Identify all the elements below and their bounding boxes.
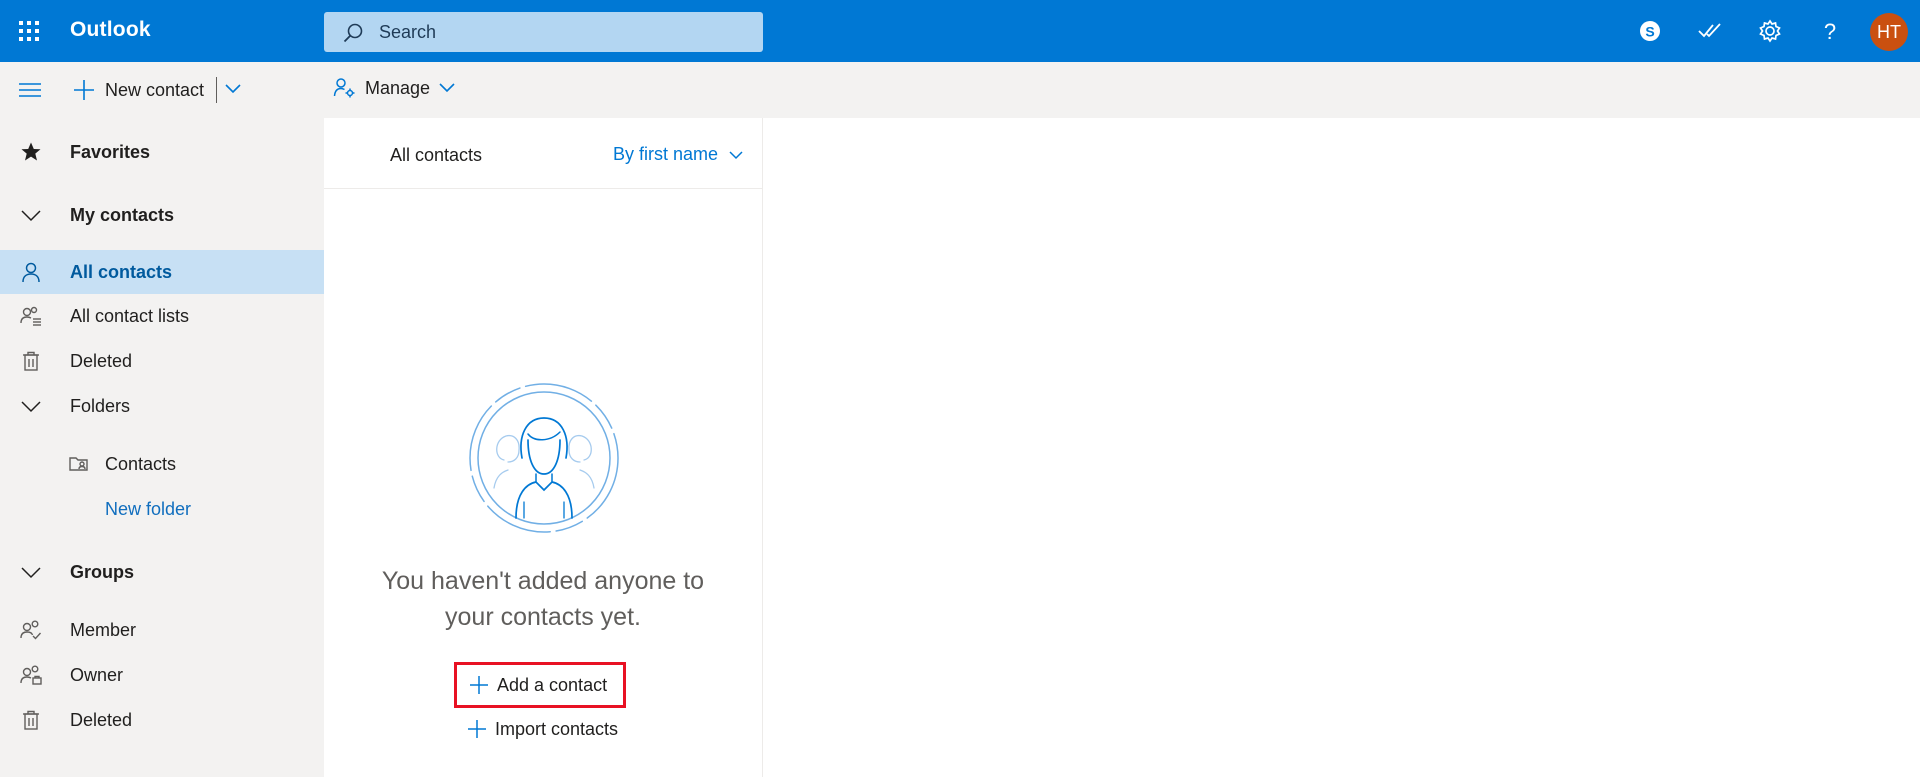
plus-icon — [468, 720, 486, 738]
sidebar-item-label: Member — [70, 620, 137, 640]
new-folder-label: New folder — [105, 499, 192, 519]
add-contact-label: Add a contact — [497, 674, 608, 695]
sidebar-item-contacts-folder[interactable]: Contacts — [0, 442, 324, 486]
plus-icon — [73, 79, 95, 101]
help-icon[interactable]: ? — [1815, 16, 1845, 46]
import-contacts-button[interactable]: Import contacts — [467, 714, 618, 744]
top-bar: Outlook Search S ? HT — [0, 0, 1920, 62]
sidebar-item-label: All contact lists — [70, 306, 190, 326]
sort-by-dropdown[interactable]: By first name — [613, 144, 744, 165]
chevron-down-icon — [438, 81, 456, 95]
empty-state-message: You haven't added anyone to your contact… — [324, 563, 762, 635]
sidebar-item-folders[interactable]: Folders — [0, 384, 324, 428]
sidebar-item-member[interactable]: Member — [0, 608, 324, 652]
sidebar-item-label: Favorites — [70, 142, 151, 162]
command-bar: New contact Manage — [0, 62, 1920, 118]
group-member-icon — [20, 619, 42, 641]
sidebar-item-owner[interactable]: Owner — [0, 653, 324, 697]
add-contact-button[interactable]: Add a contact — [454, 662, 626, 708]
contact-list-icon — [20, 305, 42, 327]
group-owner-icon — [20, 664, 42, 686]
contact-folder-icon — [68, 453, 90, 475]
svg-text:S: S — [1645, 24, 1654, 40]
sidebar-item-all-contacts[interactable]: All contacts — [0, 250, 324, 294]
sidebar-item-label: All contacts — [70, 262, 173, 282]
skype-icon[interactable]: S — [1635, 16, 1665, 46]
sidebar-item-deleted[interactable]: Deleted — [0, 339, 324, 383]
app-title[interactable]: Outlook — [70, 18, 151, 42]
trash-icon — [20, 350, 42, 372]
my-day-check-icon[interactable] — [1695, 16, 1725, 46]
star-icon — [20, 141, 42, 163]
chevron-down-icon[interactable] — [20, 561, 42, 583]
empty-state-line-1: You haven't added anyone to — [381, 567, 705, 595]
sidebar-item-label: Deleted — [70, 351, 133, 371]
sidebar-item-groups-deleted[interactable]: Deleted — [0, 698, 324, 742]
import-contacts-label: Import contacts — [495, 718, 619, 739]
sidebar-item-label: Groups — [70, 562, 135, 582]
sidebar-item-my-contacts[interactable]: My contacts — [0, 193, 324, 237]
chevron-down-icon[interactable] — [20, 395, 42, 417]
reading-pane — [763, 118, 1920, 777]
sidebar-item-label: Contacts — [105, 454, 177, 474]
gear-icon[interactable] — [1755, 16, 1785, 46]
trash-icon — [20, 709, 42, 731]
sidebar-item-label: My contacts — [70, 205, 175, 225]
plus-icon — [470, 676, 488, 694]
user-avatar[interactable]: HT — [1870, 13, 1908, 51]
new-contact-button[interactable]: New contact — [73, 76, 204, 104]
sidebar-item-label: Deleted — [70, 710, 133, 730]
sort-by-label: By first name — [613, 144, 719, 164]
sidebar-item-groups[interactable]: Groups — [0, 550, 324, 594]
search-input[interactable]: Search — [324, 12, 763, 52]
sidebar: Favorites My contacts All contacts All c… — [0, 118, 324, 777]
manage-label: Manage — [365, 77, 431, 98]
list-header: All contacts By first name — [324, 118, 762, 189]
empty-state-line-2: your contacts yet. — [445, 603, 641, 631]
contact-list-pane: All contacts By first name You haven't a… — [324, 118, 763, 777]
svg-text:?: ? — [1824, 19, 1836, 44]
app-launcher-icon[interactable] — [14, 16, 44, 46]
divider — [216, 77, 217, 103]
new-contact-label: New contact — [105, 79, 205, 100]
hamburger-menu-icon[interactable] — [16, 78, 44, 102]
list-title: All contacts — [390, 145, 483, 165]
new-contact-dropdown[interactable] — [224, 82, 242, 96]
search-icon — [342, 22, 364, 44]
sidebar-item-all-contact-lists[interactable]: All contact lists — [0, 294, 324, 338]
search-placeholder: Search — [379, 22, 437, 42]
sidebar-item-favorites[interactable]: Favorites — [0, 130, 324, 174]
sidebar-item-label: Folders — [70, 396, 131, 416]
chevron-down-icon — [729, 150, 743, 159]
person-settings-icon — [333, 76, 357, 100]
empty-contacts-illustration — [464, 378, 624, 538]
manage-button[interactable]: Manage — [333, 76, 456, 100]
sidebar-item-label: Owner — [70, 665, 124, 685]
person-icon — [20, 261, 42, 283]
chevron-down-icon[interactable] — [20, 204, 42, 226]
new-folder-link[interactable]: New folder — [0, 487, 324, 531]
